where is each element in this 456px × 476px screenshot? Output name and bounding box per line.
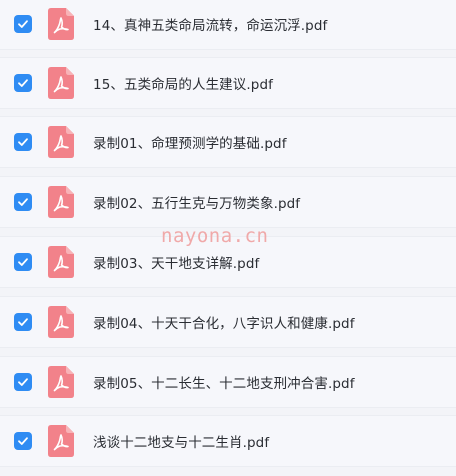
file-row[interactable]: 浅谈十二地支与十二生肖.pdf <box>0 415 456 467</box>
file-name: 录制02、五行生克与万物类象.pdf <box>93 196 301 212</box>
file-checkbox[interactable] <box>14 133 32 151</box>
checkmark-icon <box>18 138 28 146</box>
checkmark-icon <box>18 198 28 206</box>
file-checkbox[interactable] <box>14 15 32 33</box>
checkmark-icon <box>18 437 28 445</box>
pdf-file-icon <box>48 425 74 457</box>
file-checkbox[interactable] <box>14 253 32 271</box>
file-name: 录制01、命理预测学的基础.pdf <box>93 136 287 152</box>
file-checkbox[interactable] <box>14 193 32 211</box>
file-name: 录制03、天干地支详解.pdf <box>93 256 260 272</box>
file-row[interactable]: 14、真神五类命局流转，命运沉浮.pdf <box>0 0 456 50</box>
file-row[interactable]: 录制04、十天干合化，八字识人和健康.pdf <box>0 296 456 348</box>
file-checkbox[interactable] <box>14 432 32 450</box>
checkmark-icon <box>18 378 28 386</box>
file-name: 14、真神五类命局流转，命运沉浮.pdf <box>93 18 328 34</box>
checkmark-icon <box>18 79 28 87</box>
checkmark-icon <box>18 258 28 266</box>
file-row[interactable]: 录制02、五行生克与万物类象.pdf <box>0 176 456 228</box>
checkmark-icon <box>18 318 28 326</box>
file-name: 录制05、十二长生、十二地支刑冲合害.pdf <box>93 376 355 392</box>
file-row[interactable]: 15、五类命局的人生建议.pdf <box>0 57 456 109</box>
file-checkbox[interactable] <box>14 313 32 331</box>
file-row[interactable]: 录制01、命理预测学的基础.pdf <box>0 116 456 168</box>
file-name: 录制04、十天干合化，八字识人和健康.pdf <box>93 316 355 332</box>
file-row[interactable]: 录制03、天干地支详解.pdf <box>0 236 456 288</box>
pdf-file-icon <box>48 67 74 99</box>
file-checkbox[interactable] <box>14 74 32 92</box>
pdf-file-icon <box>48 186 74 218</box>
file-name: 浅谈十二地支与十二生肖.pdf <box>93 435 270 451</box>
pdf-file-icon <box>48 306 74 338</box>
file-checkbox[interactable] <box>14 373 32 391</box>
pdf-file-icon <box>48 366 74 398</box>
file-name: 15、五类命局的人生建议.pdf <box>93 77 273 93</box>
checkmark-icon <box>18 20 28 28</box>
pdf-file-icon <box>48 8 74 40</box>
pdf-file-icon <box>48 246 74 278</box>
file-list: 14、真神五类命局流转，命运沉浮.pdf 15、五类命局的人生建议.pdf 录制… <box>0 0 456 476</box>
pdf-file-icon <box>48 126 74 158</box>
file-row[interactable]: 录制05、十二长生、十二地支刑冲合害.pdf <box>0 356 456 408</box>
